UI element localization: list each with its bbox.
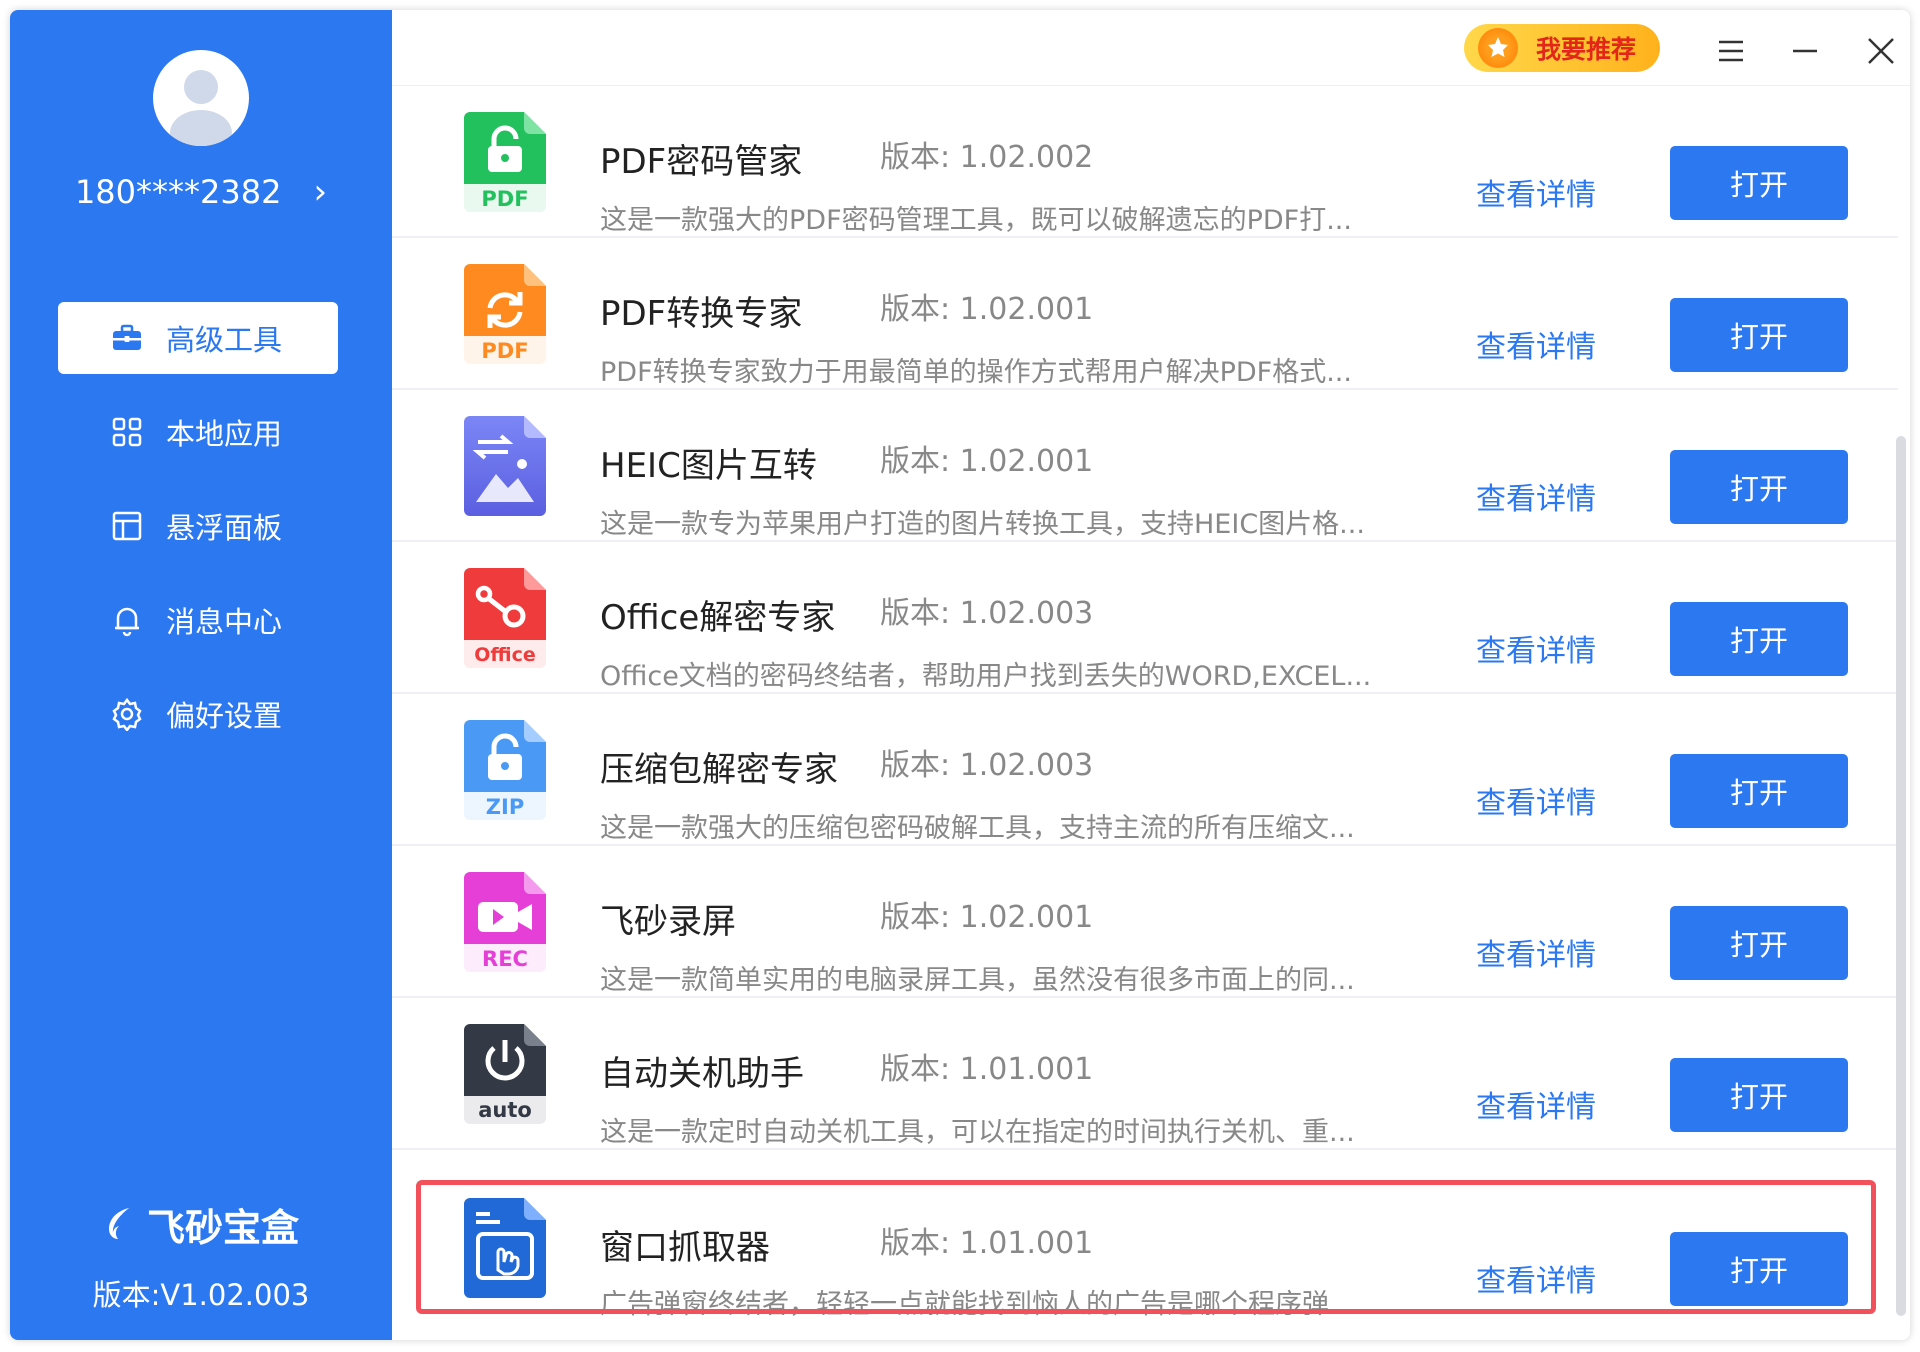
tool-row: REC 飞砂录屏 版本: 1.02.001 这是一款简单实用的电脑录屏工具，虽然… <box>392 846 1898 998</box>
tool-row: PDF PDF转换专家 版本: 1.02.001 PDF转换专家致力于用最简单的… <box>392 238 1898 390</box>
tool-row: Office Office解密专家 版本: 1.02.003 Office文档的… <box>392 542 1898 694</box>
tool-version: 版本: 1.01.001 <box>880 1052 1094 1087</box>
view-details-link[interactable]: 查看详情 <box>1476 1082 1596 1126</box>
screen-record-icon: REC <box>464 872 546 972</box>
tool-name: PDF密码管家 <box>600 142 803 182</box>
tool-version: 版本: 1.01.001 <box>880 1226 1094 1261</box>
app-window: 180****2382 › 高级工具 本地应用 悬浮面板 消息中心 偏好设置 飞… <box>10 10 1910 1340</box>
tool-version: 版本: 1.02.003 <box>880 596 1094 631</box>
tool-name: PDF转换专家 <box>600 294 803 334</box>
tool-version: 版本: 1.02.001 <box>880 444 1094 479</box>
window-grab-icon <box>464 1198 546 1298</box>
tool-version: 版本: 1.02.001 <box>880 292 1094 327</box>
open-button[interactable]: 打开 <box>1670 906 1848 980</box>
icon-label: Office <box>474 644 536 666</box>
recommend-label: 我要推荐 <box>1536 35 1637 64</box>
tool-list: PDF PDF密码管家 版本: 1.02.002 这是一款强大的PDF密码管理工… <box>392 86 1898 1340</box>
app-version: 版本:V1.02.003 <box>92 1278 310 1312</box>
sidebar-item-message-center[interactable]: 消息中心 <box>58 584 338 656</box>
tool-description: PDF转换专家致力于用最简单的操作方式帮用户解决PDF格式... <box>600 357 1352 388</box>
sidebar: 180****2382 › 高级工具 本地应用 悬浮面板 消息中心 偏好设置 飞… <box>10 10 392 1340</box>
tool-description: 这是一款强大的PDF密码管理工具，既可以破解遗忘的PDF打... <box>600 205 1352 236</box>
tool-description: 这是一款强大的压缩包密码破解工具，支持主流的所有压缩文... <box>600 813 1355 844</box>
open-button[interactable]: 打开 <box>1670 146 1848 220</box>
power-auto-icon: auto <box>464 1024 546 1124</box>
icon-label: auto <box>478 1098 532 1122</box>
view-details-link[interactable]: 查看详情 <box>1476 778 1596 822</box>
sidebar-item-floating-panel[interactable]: 悬浮面板 <box>58 490 338 562</box>
recommend-button[interactable]: 我要推荐 <box>1464 24 1660 72</box>
user-account-link[interactable]: 180****2382 › <box>10 170 392 214</box>
bell-icon <box>110 603 144 637</box>
tool-name: 压缩包解密专家 <box>600 750 838 790</box>
open-button[interactable]: 打开 <box>1670 1058 1848 1132</box>
icon-label: PDF <box>481 339 528 363</box>
pdf-convert-icon: PDF <box>464 264 546 364</box>
sidebar-item-label: 高级工具 <box>166 323 283 357</box>
tool-description: Office文档的密码终结者，帮助用户找到丢失的WORD,EXCEL... <box>600 661 1372 692</box>
view-details-link[interactable]: 查看详情 <box>1476 626 1596 670</box>
icon-label: ZIP <box>486 795 524 819</box>
gear-icon <box>110 697 144 731</box>
brand-name: 飞砂宝盒 <box>146 1205 299 1250</box>
toolbox-icon <box>110 321 144 355</box>
sidebar-item-advanced-tools[interactable]: 高级工具 <box>58 302 338 374</box>
open-button[interactable]: 打开 <box>1670 298 1848 372</box>
sidebar-item-label: 本地应用 <box>166 417 283 451</box>
tool-description: 这是一款专为苹果用户打造的图片转换工具，支持HEIC图片格... <box>600 509 1365 540</box>
tool-name: 飞砂录屏 <box>600 902 736 942</box>
image-convert-icon <box>464 416 546 516</box>
tool-name: Office解密专家 <box>600 598 836 638</box>
open-button[interactable]: 打开 <box>1670 1232 1848 1306</box>
tool-version: 版本: 1.02.002 <box>880 140 1094 175</box>
sidebar-item-label: 偏好设置 <box>166 699 283 733</box>
tool-row: ZIP 压缩包解密专家 版本: 1.02.003 这是一款强大的压缩包密码破解工… <box>392 694 1898 846</box>
avatar[interactable] <box>153 50 249 146</box>
tool-description: 这是一款简单实用的电脑录屏工具，虽然没有很多市面上的同... <box>600 965 1355 996</box>
sidebar-item-label: 消息中心 <box>166 605 283 639</box>
tool-version: 版本: 1.02.003 <box>880 748 1094 783</box>
tool-row: auto 自动关机助手 版本: 1.01.001 这是一款定时自动关机工具，可以… <box>392 998 1898 1150</box>
brand-leaf-icon <box>108 1208 129 1239</box>
view-details-link[interactable]: 查看详情 <box>1476 474 1596 518</box>
tool-name: 自动关机助手 <box>600 1054 804 1094</box>
recommend-badge-icon <box>1478 28 1518 68</box>
tool-row: 窗口抓取器 版本: 1.01.001 广告弹窗终结者，轻轻一点就能找到恼人的广告… <box>392 1150 1898 1340</box>
tool-name: HEIC图片互转 <box>600 446 817 486</box>
sidebar-item-preferences[interactable]: 偏好设置 <box>58 678 338 750</box>
brand-logo: 飞砂宝盒 <box>10 1198 392 1250</box>
close-icon[interactable] <box>1864 34 1898 68</box>
chevron-right-icon: › <box>313 172 328 212</box>
tool-version: 版本: 1.02.001 <box>880 900 1094 935</box>
title-bar: 我要推荐 <box>392 10 1910 86</box>
open-button[interactable]: 打开 <box>1670 754 1848 828</box>
sidebar-item-label: 悬浮面板 <box>166 511 283 545</box>
panel-icon <box>110 509 144 543</box>
tool-row: PDF PDF密码管家 版本: 1.02.002 这是一款强大的PDF密码管理工… <box>392 86 1898 238</box>
user-phone: 180****2382 <box>74 173 282 211</box>
open-button[interactable]: 打开 <box>1670 602 1848 676</box>
pdf-lock-icon: PDF <box>464 112 546 212</box>
tool-row: HEIC图片互转 版本: 1.02.001 这是一款专为苹果用户打造的图片转换工… <box>392 390 1898 542</box>
sidebar-nav: 高级工具 本地应用 悬浮面板 消息中心 偏好设置 <box>10 302 392 772</box>
open-button[interactable]: 打开 <box>1670 450 1848 524</box>
icon-label: PDF <box>481 187 528 211</box>
icon-label: REC <box>482 947 528 971</box>
tool-description: 广告弹窗终结者，轻轻一点就能找到恼人的广告是哪个程序弹 <box>600 1289 1329 1320</box>
tool-name: 窗口抓取器 <box>600 1228 770 1268</box>
zip-lock-icon: ZIP <box>464 720 546 820</box>
view-details-link[interactable]: 查看详情 <box>1476 930 1596 974</box>
view-details-link[interactable]: 查看详情 <box>1476 322 1596 366</box>
minimize-icon[interactable] <box>1788 34 1822 68</box>
tool-description: 这是一款定时自动关机工具，可以在指定的时间执行关机、重... <box>600 1117 1355 1148</box>
office-key-icon: Office <box>464 568 546 668</box>
grid-icon <box>110 415 144 449</box>
scrollbar-thumb[interactable] <box>1896 436 1906 1316</box>
menu-icon[interactable] <box>1714 34 1748 68</box>
view-details-link[interactable]: 查看详情 <box>1476 170 1596 214</box>
sidebar-item-local-apps[interactable]: 本地应用 <box>58 396 338 468</box>
view-details-link[interactable]: 查看详情 <box>1476 1256 1596 1300</box>
